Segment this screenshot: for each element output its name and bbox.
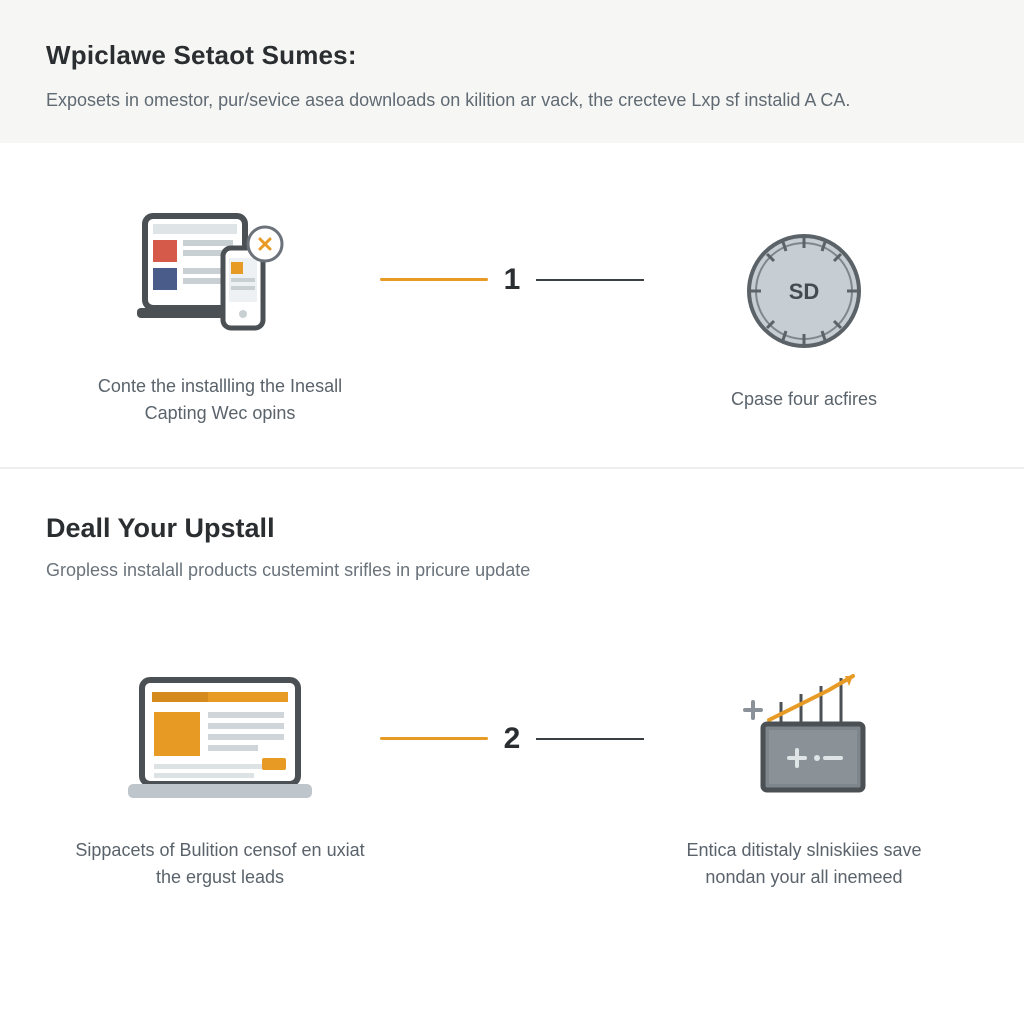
dial-label: SD: [789, 279, 820, 304]
dial-icon: SD: [739, 206, 869, 376]
connector-line-dark: [536, 279, 644, 281]
intro-heading: Wpiclawe Setaot Sumes:: [46, 40, 978, 71]
step-1-row: Conte the installling the Inesall Captin…: [0, 143, 1024, 467]
step-1-right-caption: Cpase four acfires: [731, 386, 877, 413]
intro-subtext: Exposets in omestor, pur/sevice asea dow…: [46, 87, 978, 115]
step-2-left: Sippacets of Bulition censof en uxiat th…: [70, 657, 370, 891]
step-number-1: 1: [498, 263, 527, 297]
laptop-icon: [120, 657, 320, 827]
connector-line-dark: [536, 738, 644, 740]
step-1-right: SD Cpase four acfires: [654, 206, 954, 413]
connector-line-accent: [380, 737, 488, 740]
step-2-left-caption: Sippacets of Bulition censof en uxiat th…: [70, 837, 370, 891]
section-2-heading: Deall Your Upstall: [46, 513, 978, 544]
intro-panel: Wpiclawe Setaot Sumes: Exposets in omest…: [0, 0, 1024, 143]
step-1-left-caption: Conte the installling the Inesall Captin…: [70, 373, 370, 427]
step-number-2: 2: [498, 722, 527, 756]
devices-icon: [135, 193, 305, 363]
step-1-left: Conte the installling the Inesall Captin…: [70, 193, 370, 427]
step-1-connector: 1: [380, 263, 644, 297]
connector-line-accent: [380, 278, 488, 281]
section-2-header: Deall Your Upstall Gropless instalall pr…: [0, 469, 1024, 587]
step-2-right-caption: Entica ditistaly slniskiies save nondan …: [654, 837, 954, 891]
step-2-connector: 2: [380, 722, 644, 756]
section-2-subtext: Gropless instalall products custemint sr…: [46, 560, 978, 581]
step-2-right: Entica ditistaly slniskiies save nondan …: [654, 657, 954, 891]
step-2-row: Sippacets of Bulition censof en uxiat th…: [0, 587, 1024, 911]
chart-box-icon: [729, 657, 879, 827]
